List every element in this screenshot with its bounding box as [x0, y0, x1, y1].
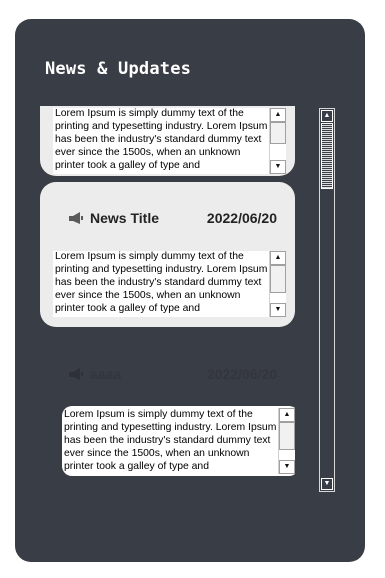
scroll-thumb[interactable] — [270, 265, 286, 293]
news-title: aaaa — [90, 366, 122, 382]
scroll-up-arrow-icon[interactable]: ▲ — [279, 408, 295, 422]
textbox-scrollbar[interactable]: ▲ ▼ — [269, 251, 286, 317]
scroll-down-arrow-icon[interactable]: ▼ — [270, 303, 286, 317]
news-date: 2022/06/20 — [206, 366, 277, 382]
news-title: News Title — [90, 210, 159, 226]
scroll-down-arrow-icon[interactable]: ▼ — [270, 160, 286, 174]
megaphone-icon — [68, 211, 84, 225]
news-card: News Title 2022/06/20 Lorem Ipsum is sim… — [40, 182, 295, 327]
news-body-textbox[interactable]: Lorem Ipsum is simply dummy text of the … — [53, 108, 286, 174]
news-card: Lorem Ipsum is simply dummy text of the … — [40, 106, 295, 176]
textbox-scrollbar[interactable]: ▲ ▼ — [269, 108, 286, 174]
scroll-thumb[interactable] — [321, 123, 333, 189]
news-body-textbox[interactable]: Lorem Ipsum is simply dummy text of the … — [62, 406, 295, 476]
news-card-header: News Title 2022/06/20 — [68, 210, 277, 226]
news-body-text: Lorem Ipsum is simply dummy text of the … — [55, 108, 268, 171]
scroll-thumb[interactable] — [270, 122, 286, 144]
news-body-text: Lorem Ipsum is simply dummy text of the … — [64, 409, 277, 472]
scroll-up-arrow-icon[interactable]: ▲ — [270, 108, 286, 122]
scroll-up-arrow-icon[interactable]: ▲ — [270, 251, 286, 265]
scroll-up-arrow-icon[interactable]: ▲ — [321, 110, 333, 122]
scroll-down-arrow-icon[interactable]: ▼ — [321, 478, 333, 490]
scroll-down-arrow-icon[interactable]: ▼ — [279, 460, 295, 474]
megaphone-icon — [68, 367, 84, 381]
news-list-scrollbar[interactable]: ▲ ▼ — [319, 108, 335, 492]
textbox-scrollbar[interactable]: ▲ ▼ — [278, 408, 295, 474]
news-body-text: Lorem Ipsum is simply dummy text of the … — [55, 251, 268, 314]
panel-title: News & Updates — [45, 59, 192, 79]
news-date: 2022/06/20 — [206, 210, 277, 226]
news-card-header: aaaa 2022/06/20 — [68, 366, 277, 382]
news-body-textbox[interactable]: Lorem Ipsum is simply dummy text of the … — [53, 251, 286, 317]
news-list[interactable]: Lorem Ipsum is simply dummy text of the … — [40, 106, 295, 484]
scroll-thumb[interactable] — [279, 422, 295, 450]
